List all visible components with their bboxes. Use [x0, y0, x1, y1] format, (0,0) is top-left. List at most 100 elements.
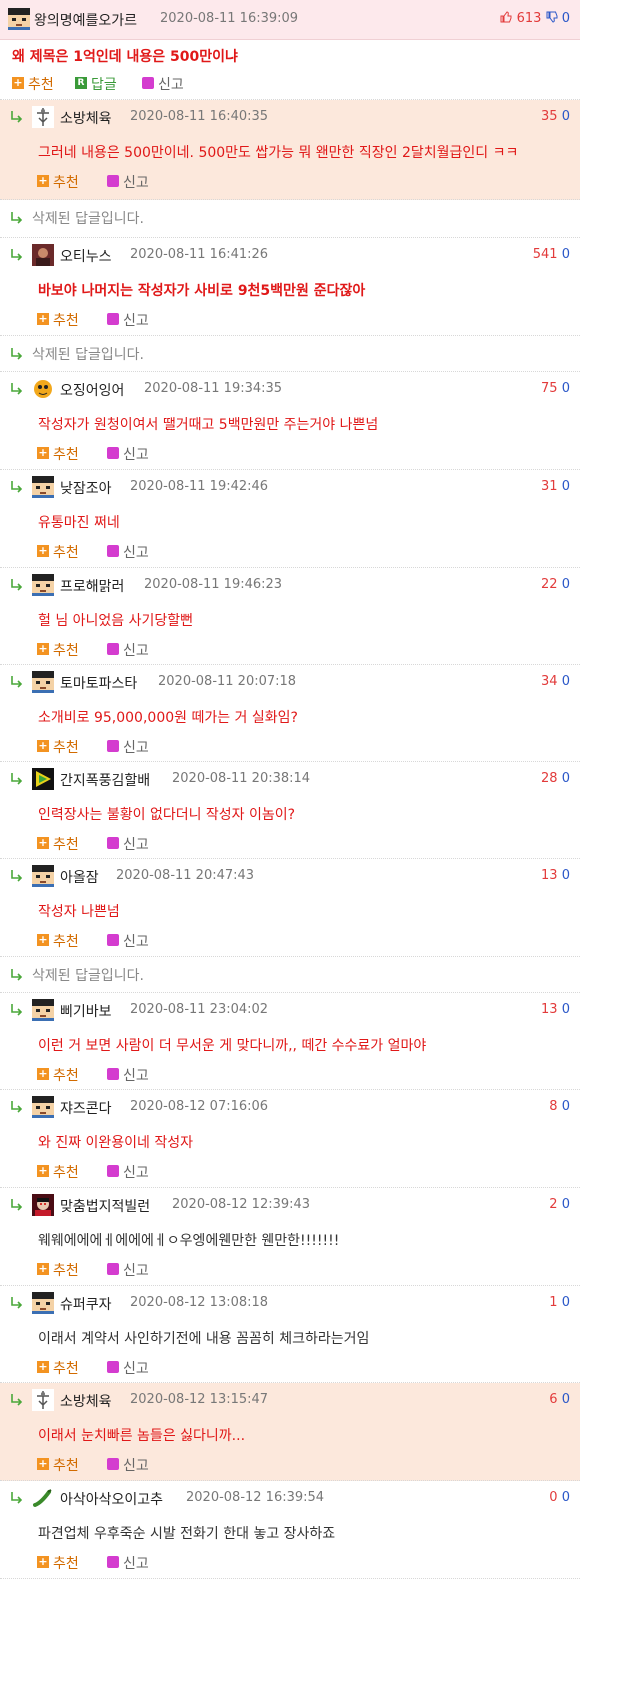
reply-arrow-icon — [10, 869, 24, 883]
avatar[interactable] — [32, 1292, 54, 1314]
comment-author[interactable]: 소방체육 — [60, 1391, 112, 1411]
comment-author[interactable]: 삐기바보 — [60, 1001, 112, 1021]
comment-votes: 13 0 — [541, 1002, 570, 1017]
comment-author[interactable]: 낮잠조아 — [60, 478, 112, 498]
up-count[interactable]: 8 — [549, 1099, 557, 1114]
up-count[interactable]: 22 — [541, 577, 558, 592]
comment-date: 2020-08-12 07:16:06 — [130, 1099, 269, 1114]
down-count[interactable]: 0 — [562, 109, 570, 124]
post-header: 왕의명예를오가르 2020-08-11 16:39:09 613 0 — [0, 0, 580, 40]
avatar[interactable] — [32, 1389, 54, 1411]
comment-page: 왕의명예를오가르 2020-08-11 16:39:09 613 0 왜 제목은… — [0, 0, 580, 1698]
up-count[interactable]: 2 — [549, 1197, 557, 1212]
bell-icon — [107, 1068, 119, 1080]
avatar[interactable] — [32, 106, 54, 128]
bell-icon — [142, 77, 154, 89]
bell-icon — [107, 1458, 119, 1470]
up-count[interactable]: 35 — [541, 109, 558, 124]
up-count[interactable]: 13 — [541, 868, 558, 883]
comment-row: 아삭아삭오이고추 2020-08-12 16:39:54 0 0 파견업체 우후죽순 … — [0, 1481, 580, 1579]
comment-row: 오징어잉어 2020-08-11 19:34:35 75 0 작성자가 원청이여서 땔… — [0, 372, 580, 470]
up-count[interactable]: 13 — [541, 1002, 558, 1017]
plus-icon: + — [37, 933, 49, 946]
comment-date: 2020-08-12 12:39:43 — [172, 1197, 311, 1212]
post-votes: 613 0 — [500, 11, 570, 26]
author-avatar[interactable] — [8, 8, 30, 30]
comment-votes: 35 0 — [541, 109, 570, 124]
avatar[interactable] — [32, 1096, 54, 1118]
up-count[interactable]: 6 — [549, 1392, 557, 1407]
deleted-reply-row: 삭제된 답글입니다. — [0, 336, 580, 372]
comment-author[interactable]: 아올잠 — [60, 867, 99, 887]
bell-icon — [107, 934, 119, 946]
down-count[interactable]: 0 — [562, 247, 570, 262]
comment-row: 슈퍼쿠자 2020-08-12 13:08:18 1 0 이래서 계약서 사인하기전에… — [0, 1286, 580, 1383]
avatar[interactable] — [32, 476, 54, 498]
up-count[interactable]: 31 — [541, 479, 558, 494]
down-count[interactable]: 0 — [562, 479, 570, 494]
thumbs-up-icon[interactable] — [500, 11, 512, 26]
avatar[interactable] — [32, 1487, 54, 1509]
up-count[interactable]: 34 — [541, 674, 558, 689]
down-count[interactable]: 0 — [562, 1002, 570, 1017]
avatar[interactable] — [32, 865, 54, 887]
post-author[interactable]: 왕의명예를오가르 — [34, 10, 137, 30]
avatar[interactable] — [32, 378, 54, 400]
avatar[interactable] — [32, 768, 54, 790]
thumbs-down-icon[interactable] — [546, 11, 558, 26]
comment-author[interactable]: 아삭아삭오이고추 — [60, 1489, 163, 1509]
down-count[interactable]: 0 — [562, 1490, 570, 1505]
avatar[interactable] — [32, 244, 54, 266]
comment-date: 2020-08-11 16:40:35 — [130, 109, 269, 124]
bell-icon — [107, 313, 119, 325]
down-count[interactable]: 0 — [562, 674, 570, 689]
avatar[interactable] — [32, 671, 54, 693]
comment-row: 토마토파스타 2020-08-11 20:07:18 34 0 소개비로 95,000… — [0, 665, 580, 762]
down-count[interactable]: 0 — [562, 1295, 570, 1310]
comment-author[interactable]: 프로해맑러 — [60, 576, 124, 596]
up-count[interactable]: 75 — [541, 381, 558, 396]
comment-author[interactable]: 슈퍼쿠자 — [60, 1294, 112, 1314]
comment-author[interactable]: 오징어잉어 — [60, 380, 124, 400]
up-count[interactable]: 1 — [549, 1295, 557, 1310]
post-body: 왜 제목은 1억인데 내용은 500만이냐 + 추천 R 답글 신고 — [0, 40, 580, 100]
down-count[interactable]: 0 — [562, 1099, 570, 1114]
comment-votes: 6 0 — [549, 1392, 570, 1407]
down-count[interactable]: 0 — [562, 1392, 570, 1407]
down-count[interactable]: 0 — [562, 577, 570, 592]
comment-author[interactable]: 오티누스 — [60, 246, 112, 266]
comment-author[interactable]: 간지폭풍김할배 — [60, 770, 150, 790]
comment-author[interactable]: 토마토파스타 — [60, 673, 137, 693]
up-count[interactable]: 541 — [533, 247, 558, 262]
comment-author[interactable]: 소방체육 — [60, 108, 112, 128]
comment-date: 2020-08-12 13:15:47 — [130, 1392, 269, 1407]
bell-icon — [107, 545, 119, 557]
comment-row: 간지폭풍김할배 2020-08-11 20:38:14 28 0 인력장사는 불황이 … — [0, 762, 580, 859]
plus-icon: + — [37, 1457, 49, 1470]
reply-arrow-icon — [10, 211, 24, 225]
down-count[interactable]: 0 — [562, 381, 570, 396]
bell-icon — [107, 1361, 119, 1373]
comment-row: 소방체육 2020-08-11 16:40:35 35 0 그러네 내용은 500만이… — [0, 100, 580, 200]
down-count[interactable]: 0 — [562, 868, 570, 883]
comment-votes: 75 0 — [541, 381, 570, 396]
bell-icon — [107, 1556, 119, 1568]
comment-date: 2020-08-11 19:46:23 — [144, 577, 283, 592]
down-count[interactable]: 0 — [562, 771, 570, 786]
comment-row: 맞춤법지적빌런 2020-08-12 12:39:43 2 0 웨웨에에에ㅔ에에에ㅔㅇ… — [0, 1188, 580, 1286]
comment-author[interactable]: 쟈즈콘다 — [60, 1098, 112, 1118]
up-count[interactable]: 28 — [541, 771, 558, 786]
avatar[interactable] — [32, 1194, 54, 1216]
comment-text: 이런 거 보면 사람이 더 무서운 게 맞다니까,, 떼간 수수료가 얼마야 — [38, 1038, 427, 1054]
up-count[interactable]: 0 — [549, 1490, 557, 1505]
avatar[interactable] — [32, 574, 54, 596]
avatar[interactable] — [32, 999, 54, 1021]
plus-icon: + — [37, 836, 49, 849]
reply-icon: R — [75, 77, 87, 89]
comment-date: 2020-08-11 23:04:02 — [130, 1002, 269, 1017]
plus-icon: + — [37, 642, 49, 655]
comment-author[interactable]: 맞춤법지적빌런 — [60, 1196, 150, 1216]
plus-icon: + — [37, 1360, 49, 1373]
comment-row: 낮잠조아 2020-08-11 19:42:46 31 0 유통마진 쩌네 + 추천 신고 — [0, 470, 580, 568]
down-count[interactable]: 0 — [562, 1197, 570, 1212]
